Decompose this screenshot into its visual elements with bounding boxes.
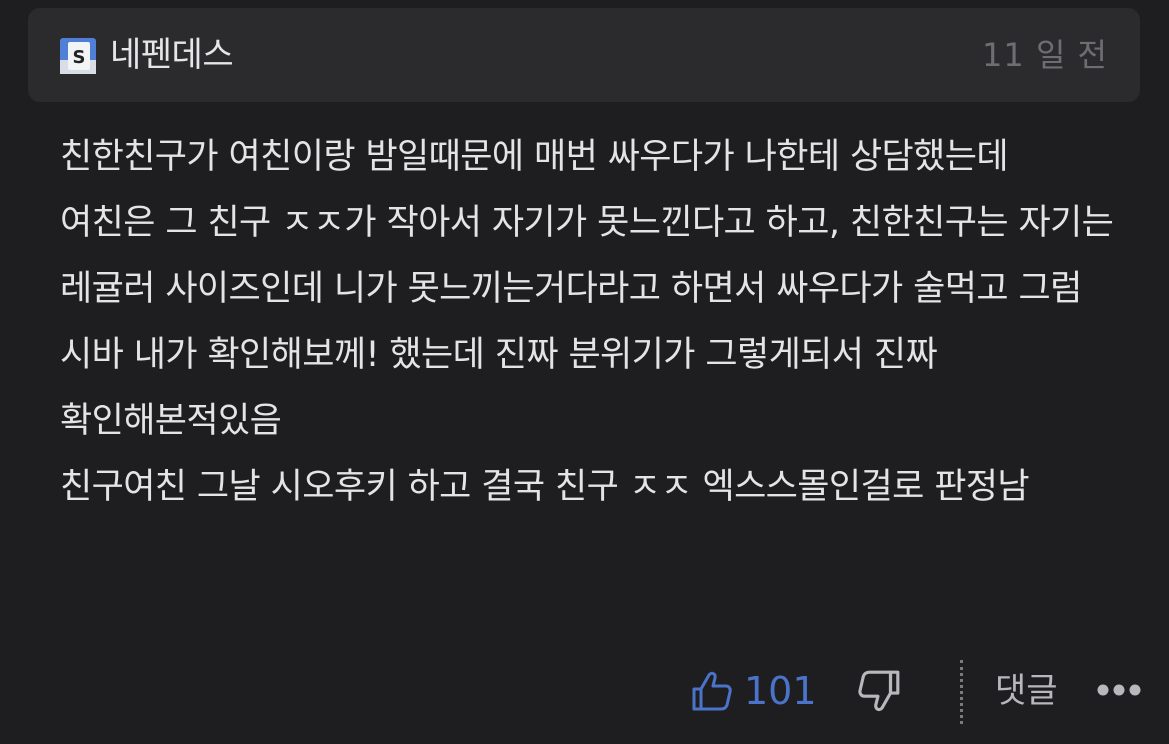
post-actions: 101 댓글 [0, 656, 1169, 726]
thumbs-down-icon[interactable] [856, 668, 902, 714]
post-header: S 네펜데스 11 일 전 [28, 8, 1140, 102]
s-badge-icon: S [60, 38, 96, 74]
post-body: 친한친구가 여친이랑 밤일때문에 매번 싸우다가 나한테 상담했는데 여친은 그… [60, 124, 1130, 520]
post-paragraph: 여친은 그 친구 ㅈㅈ가 작아서 자기가 못느낀다고 하고, 친한친구는 자기는… [60, 203, 1124, 441]
thumbs-up-icon [692, 671, 732, 711]
action-divider [960, 660, 963, 724]
svg-text:S: S [73, 47, 86, 68]
post-timestamp: 11 일 전 [982, 36, 1108, 74]
post-paragraph: 친구여친 그날 시오후키 하고 결국 친구 ㅈㅈ 엑스스몰인걸로 판정남 [60, 467, 1030, 507]
comment-button[interactable]: 댓글 [995, 668, 1058, 714]
author-name[interactable]: 네펜데스 [110, 35, 234, 75]
like-button[interactable]: 101 [690, 666, 817, 716]
like-count: 101 [744, 669, 817, 713]
post-paragraph: 친한친구가 여친이랑 밤일때문에 매번 싸우다가 나한테 상담했는데 [60, 137, 1009, 177]
more-dots-icon[interactable] [1096, 680, 1142, 700]
